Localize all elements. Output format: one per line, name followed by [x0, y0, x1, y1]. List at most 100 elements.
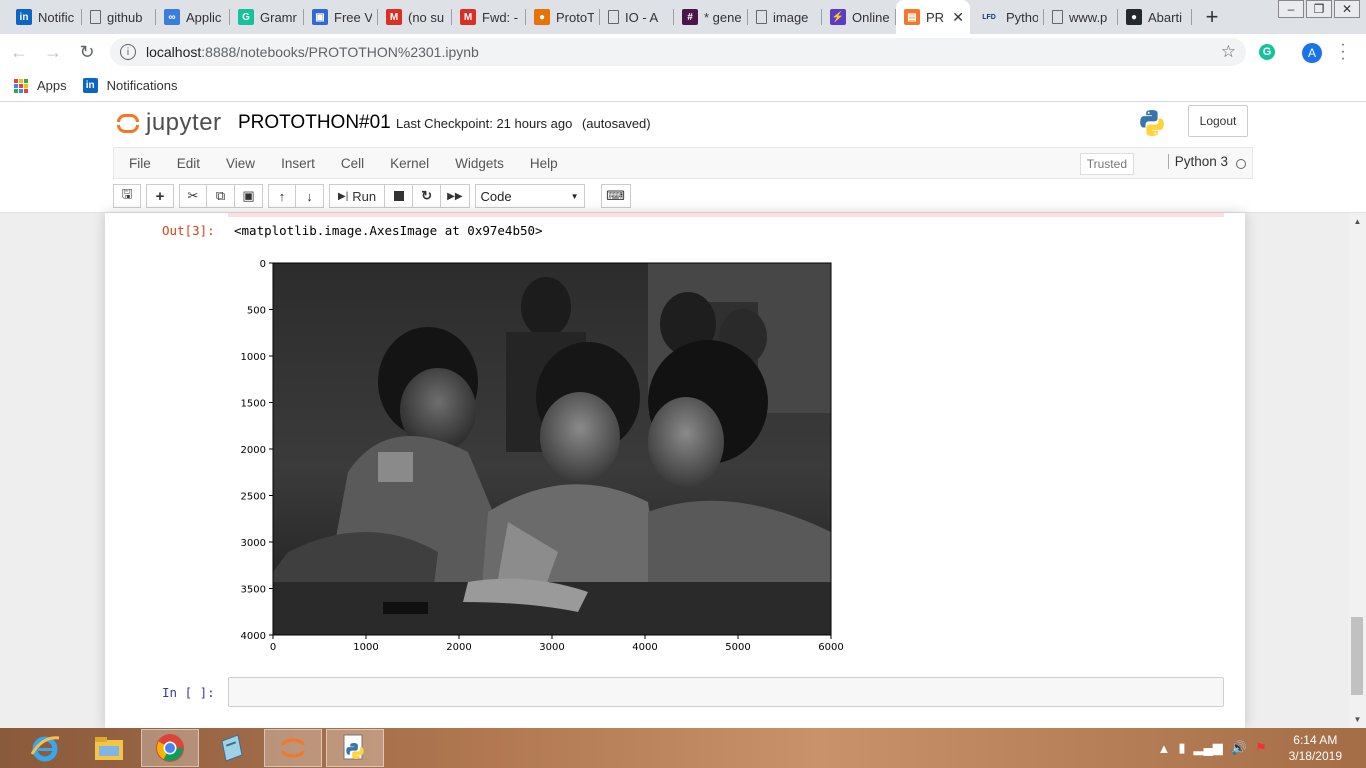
bookmark-notifications[interactable]: in Notifications — [82, 78, 177, 93]
y-tick-label: 3500 — [241, 585, 266, 596]
x-tick-label: 3000 — [539, 642, 564, 653]
tab-label: Applic — [186, 9, 222, 25]
person-icon: ● — [534, 9, 550, 25]
close-tab-icon[interactable]: ✕ — [952, 9, 964, 26]
bookmark-apps[interactable]: Apps — [14, 78, 67, 93]
kernel-name: Python 3 — [1167, 154, 1228, 169]
browser-tab[interactable]: github — [82, 0, 156, 34]
command-palette-button[interactable]: ⌨ — [600, 184, 631, 208]
browser-tab[interactable]: image — [748, 0, 822, 34]
y-tick-label: 1000 — [241, 352, 266, 363]
volume-icon[interactable]: 🔊 — [1231, 740, 1247, 756]
ie-icon[interactable] — [16, 729, 74, 767]
close-window-button[interactable]: ✕ — [1334, 0, 1360, 18]
restart-run-all-button[interactable]: ▶▶ — [441, 184, 470, 208]
infinity-icon: ∞ — [164, 9, 180, 25]
y-tick-label: 500 — [247, 306, 266, 317]
browser-tab[interactable]: ▤ PR ✕ — [896, 0, 970, 34]
page-icon — [756, 10, 767, 24]
move-up-button[interactable]: ↑ — [268, 184, 296, 208]
interrupt-button[interactable] — [385, 184, 414, 208]
paste-button[interactable]: ▣ — [235, 184, 263, 208]
info-icon[interactable]: i — [120, 44, 136, 60]
menu-file[interactable]: File — [114, 156, 164, 171]
cut-button[interactable]: ✂ — [179, 184, 207, 208]
tab-label: Notific — [38, 9, 75, 25]
y-tick-label: 2500 — [241, 492, 266, 503]
restart-button[interactable]: ↻ — [413, 184, 442, 208]
python-logo-icon — [1140, 110, 1164, 136]
scrollbar-thumb[interactable] — [1351, 617, 1363, 695]
x-axis: 0 1000 2000 3000 4000 5000 6000 — [270, 635, 844, 653]
action-center-icon[interactable]: ⚑ — [1255, 740, 1267, 756]
browser-tab[interactable]: in Notific — [8, 0, 82, 34]
jupyter-icon[interactable] — [264, 729, 322, 767]
tab-label: * gene — [704, 9, 742, 25]
keyboard-icon: ⌨ — [606, 188, 625, 203]
paste-icon: ▣ — [242, 188, 255, 203]
trusted-indicator[interactable]: Trusted — [1079, 153, 1134, 175]
new-tab-button[interactable]: + — [1198, 3, 1226, 31]
move-down-button[interactable]: ↓ — [296, 184, 324, 208]
scissors-icon: ✂ — [187, 188, 199, 203]
forward-button[interactable]: → — [38, 42, 68, 63]
run-button[interactable]: ▶| Run — [329, 184, 386, 208]
browser-tab[interactable]: ∞ Applic — [156, 0, 230, 34]
menu-help[interactable]: Help — [517, 156, 571, 171]
minimize-button[interactable]: – — [1278, 0, 1304, 18]
profile-avatar[interactable]: A — [1302, 43, 1322, 63]
browser-menu-icon[interactable]: · · · — [1338, 37, 1348, 67]
notebook-title[interactable]: PROTOTHON#01 — [238, 112, 391, 134]
power-icon[interactable]: ▮ — [1178, 740, 1185, 756]
show-hidden-icons-icon[interactable]: ▲ — [1158, 741, 1171, 756]
restore-button[interactable]: ❐ — [1306, 0, 1332, 18]
y-tick-label: 1500 — [241, 399, 266, 410]
scroll-up-arrow-icon[interactable]: ▲ — [1349, 217, 1366, 226]
jupyter-logo[interactable]: jupyter — [116, 109, 222, 137]
reload-button[interactable]: ↻ — [72, 42, 102, 63]
browser-tab[interactable]: ▣ Free V — [304, 0, 378, 34]
browser-tab[interactable]: LFD Pytho — [970, 0, 1044, 34]
page-icon — [90, 10, 101, 24]
browser-tab[interactable]: M (no su — [378, 0, 452, 34]
code-cell-input[interactable] — [228, 677, 1224, 707]
menu-cell[interactable]: Cell — [328, 156, 377, 171]
menu-insert[interactable]: Insert — [268, 156, 328, 171]
file-explorer-icon[interactable] — [80, 729, 138, 767]
back-button[interactable]: ← — [4, 42, 34, 63]
save-button[interactable]: 🖫 — [113, 184, 141, 208]
tab-label: image — [773, 9, 809, 25]
browser-tab[interactable]: # * gene — [674, 0, 748, 34]
output-text: <matplotlib.image.AxesImage at 0x97e4b50… — [234, 223, 543, 238]
github-icon: ● — [1126, 9, 1142, 25]
browser-tab[interactable]: G Gramr — [230, 0, 304, 34]
taskbar-clock[interactable]: 6:14 AM 3/18/2019 — [1289, 732, 1342, 764]
browser-tab[interactable]: IO - A — [600, 0, 674, 34]
browser-tab[interactable]: ⚡ Online — [822, 0, 896, 34]
arrow-up-icon: ↑ — [278, 188, 286, 204]
browser-tab[interactable]: ● Abarti — [1118, 0, 1192, 34]
chrome-icon[interactable] — [141, 729, 199, 767]
browser-tab[interactable]: www.p — [1044, 0, 1118, 34]
scroll-down-arrow-icon[interactable]: ▼ — [1349, 715, 1366, 724]
network-icon[interactable]: ▂▄▆ — [1194, 740, 1223, 756]
menu-edit[interactable]: Edit — [164, 156, 213, 171]
grayscale-image — [273, 263, 831, 635]
notepad-icon[interactable] — [203, 729, 261, 767]
cell-type-select[interactable]: Code ▼ — [474, 184, 585, 208]
tab-label: Abarti — [1148, 9, 1182, 25]
browser-tab[interactable]: ● ProtoT — [526, 0, 600, 34]
menu-kernel[interactable]: Kernel — [377, 156, 442, 171]
bookmark-star-icon[interactable]: ☆ — [1221, 42, 1236, 62]
url-input[interactable]: i localhost:8888/notebooks/PROTOTHON%230… — [110, 38, 1246, 66]
menu-view[interactable]: View — [213, 156, 268, 171]
browser-tab[interactable]: M Fwd: - — [452, 0, 526, 34]
python-icon[interactable] — [326, 729, 384, 767]
logout-button[interactable]: Logout — [1188, 105, 1248, 137]
grammarly-extension-icon[interactable]: G — [1259, 44, 1275, 60]
save-icon: 🖫 — [121, 186, 133, 201]
insert-cell-button[interactable]: + — [146, 184, 174, 208]
page-scrollbar[interactable]: ▲ ▼ — [1349, 213, 1366, 728]
copy-button[interactable]: ⧉ — [207, 184, 235, 208]
menu-widgets[interactable]: Widgets — [442, 156, 517, 171]
